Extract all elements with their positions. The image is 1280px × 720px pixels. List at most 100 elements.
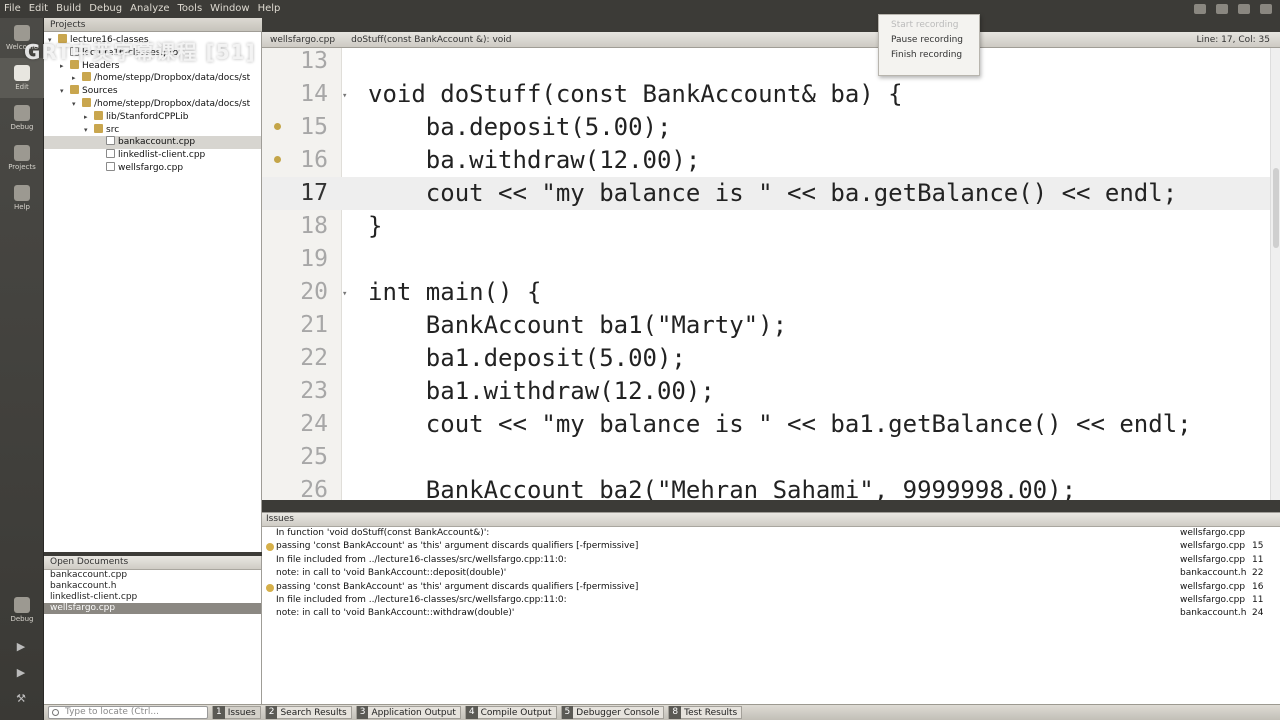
code-text: void doStuff(const BankAccount& ba) { — [368, 80, 903, 108]
mode-help[interactable]: Help — [0, 178, 44, 218]
tree-item[interactable]: ▸ lib/StanfordCPPLib — [44, 110, 261, 124]
open-documents-list: bankaccount.cpp bankaccount.h linkedlist-c… — [44, 570, 261, 614]
code-line: 25 — [262, 441, 1280, 474]
issue-row[interactable]: passing 'const BankAccount' as 'this' ar… — [262, 581, 1280, 594]
menu-analyze[interactable]: Analyze — [126, 0, 173, 18]
help-icon — [14, 185, 30, 201]
tree-item[interactable]: ▾ /home/stepp/Dropbox/data/docs/st — [44, 97, 261, 111]
tree-item-label: bankaccount.cpp — [118, 137, 196, 148]
issue-row[interactable]: passing 'const BankAccount' as 'this' ar… — [262, 540, 1280, 553]
output-button-application-output[interactable]: 3 Application Output — [355, 706, 461, 719]
menu-build[interactable]: Build — [52, 0, 85, 18]
tree-item-label: lib/StanfordCPPLib — [106, 111, 189, 122]
menu-file[interactable]: File — [0, 0, 25, 18]
code-line: 24 cout << "my balance is " << ba1.getBa… — [262, 408, 1280, 441]
editor-scrollbar[interactable] — [1270, 48, 1280, 500]
issues-pane: Issues In function 'void doStuff(const B… — [262, 512, 1280, 704]
file-icon — [106, 136, 115, 146]
line-number: 25 — [300, 444, 328, 470]
tree-item[interactable]: ▾ Sources — [44, 85, 261, 98]
code-editor[interactable]: 13 14 ▾ void doStuff(const BankAccount& ba)… — [262, 48, 1280, 500]
open-documents-pane: Open Documents bankaccount.cpp bankaccoun… — [44, 556, 262, 704]
output-button-search-results[interactable]: 2 Search Results — [264, 706, 352, 719]
issue-row[interactable]: note: in call to 'void BankAccount::depo… — [262, 567, 1280, 580]
expand-arrow-icon[interactable]: ▾ — [84, 124, 94, 137]
tree-item[interactable]: wellsfargo.cpp — [44, 161, 261, 175]
issues-list: In function 'void doStuff(const BankAcco… — [262, 527, 1280, 621]
recording-menu-item[interactable]: Finish recording — [879, 48, 979, 63]
code-text: ba1.deposit(5.00); — [368, 344, 686, 372]
code-line: 14 ▾ void doStuff(const BankAccount& ba) { — [262, 78, 1280, 111]
issue-row[interactable]: In function 'void doStuff(const BankAcco… — [262, 527, 1280, 540]
open-document-item[interactable]: bankaccount.cpp — [44, 570, 261, 581]
mode-debug[interactable]: Debug — [0, 98, 44, 138]
recording-menu: Start recording Pause recording Finish rec… — [878, 14, 980, 76]
mode-projects[interactable]: Projects — [0, 138, 44, 178]
issue-row[interactable]: In file included from ../lecture16-class… — [262, 594, 1280, 607]
expand-arrow-icon[interactable]: ▾ — [72, 98, 82, 111]
line-number: 14 — [300, 81, 328, 107]
fold-arrow-icon[interactable]: ▾ — [342, 80, 350, 113]
projects-pane-header[interactable]: Projects — [44, 18, 262, 32]
folder-icon — [82, 97, 91, 107]
open-document-item[interactable]: linkedlist-client.cpp — [44, 592, 261, 603]
tree-item-label: /home/stepp/Dropbox/data/docs/st — [94, 73, 251, 84]
issue-row[interactable]: In file included from ../lecture16-class… — [262, 554, 1280, 567]
issue-row[interactable]: note: in call to 'void BankAccount::with… — [262, 607, 1280, 620]
output-button-compile-output[interactable]: 4 Compile Output — [464, 706, 557, 719]
line-number: 16 — [300, 147, 328, 173]
debug-icon — [14, 105, 30, 121]
fold-arrow-icon[interactable]: ▾ — [342, 278, 350, 311]
tree-item[interactable]: bankaccount.cpp — [44, 136, 261, 150]
code-text: cout << "my balance is " << ba.getBalanc… — [368, 179, 1178, 207]
mode-label: Debug — [10, 123, 34, 131]
symbol-selector[interactable]: doStuff(const BankAccount &): void — [343, 35, 519, 45]
output-button-label: Search Results — [280, 707, 347, 718]
output-button-label: Compile Output — [480, 707, 552, 718]
code-text: ba.deposit(5.00); — [368, 113, 672, 141]
open-documents-title: Open Documents — [50, 557, 129, 567]
open-document-item[interactable]: bankaccount.h — [44, 581, 261, 592]
code-text: BankAccount ba2("Mehran Sahami", 9999998… — [368, 476, 1077, 500]
expand-arrow-icon[interactable]: ▸ — [84, 111, 94, 124]
code-line: 16 ba.withdraw(12.00); — [262, 144, 1280, 177]
menu-window[interactable]: Window — [206, 0, 253, 18]
code-line: 20 ▾ int main() { — [262, 276, 1280, 309]
output-button-issues[interactable]: 1 Issues — [212, 706, 261, 719]
tree-item-label: /home/stepp/Dropbox/data/docs/st — [94, 98, 251, 109]
output-button-label: Test Results — [684, 707, 738, 718]
tree-item[interactable]: ▾ src — [44, 123, 261, 137]
output-button-label: Issues — [227, 707, 256, 718]
code-text: ba1.withdraw(12.00); — [368, 377, 715, 405]
run-target-selector[interactable]: Debug — [0, 590, 44, 630]
output-pane-buttons: 1 Issues 2 Search Results 3 Application Outpu… — [208, 706, 743, 719]
volume-icon[interactable] — [1260, 4, 1272, 14]
menu-edit[interactable]: Edit — [25, 0, 52, 18]
expand-arrow-icon[interactable]: ▾ — [60, 85, 70, 98]
tree-item[interactable]: linkedlist-client.cpp — [44, 149, 261, 162]
code-text: } — [368, 212, 383, 240]
record-icon[interactable] — [1194, 4, 1206, 14]
output-button-test-results[interactable]: 8 Test Results — [668, 706, 743, 719]
tree-item[interactable]: ▸ /home/stepp/Dropbox/data/docs/st — [44, 72, 261, 85]
tree-item-label: src — [106, 124, 120, 135]
scrollbar-thumb[interactable] — [1273, 168, 1279, 248]
menu-help[interactable]: Help — [254, 0, 285, 18]
line-number: 24 — [300, 411, 328, 437]
menu-debug[interactable]: Debug — [85, 0, 126, 18]
locate-input[interactable]: Type to locate (Ctrl... — [48, 706, 208, 719]
code-line: 13 — [262, 48, 1280, 78]
code-text: ba.withdraw(12.00); — [368, 146, 701, 174]
build-icon[interactable]: ⚒ — [14, 692, 28, 706]
menu-tools[interactable]: Tools — [174, 0, 207, 18]
open-document-item[interactable]: wellsfargo.cpp — [44, 603, 261, 614]
battery-icon[interactable] — [1216, 4, 1228, 14]
output-button-debugger-console[interactable]: 5 Debugger Console — [560, 706, 665, 719]
debug-run-icon[interactable]: ▶ — [14, 666, 28, 680]
run-icon[interactable]: ▶ — [14, 640, 28, 654]
document-selector[interactable]: wellsfargo.cpp — [262, 35, 343, 45]
network-icon[interactable] — [1238, 4, 1250, 14]
recording-menu-item[interactable]: Pause recording — [879, 33, 979, 48]
expand-arrow-icon[interactable]: ▸ — [72, 72, 82, 85]
output-button-number: 1 — [213, 706, 225, 719]
